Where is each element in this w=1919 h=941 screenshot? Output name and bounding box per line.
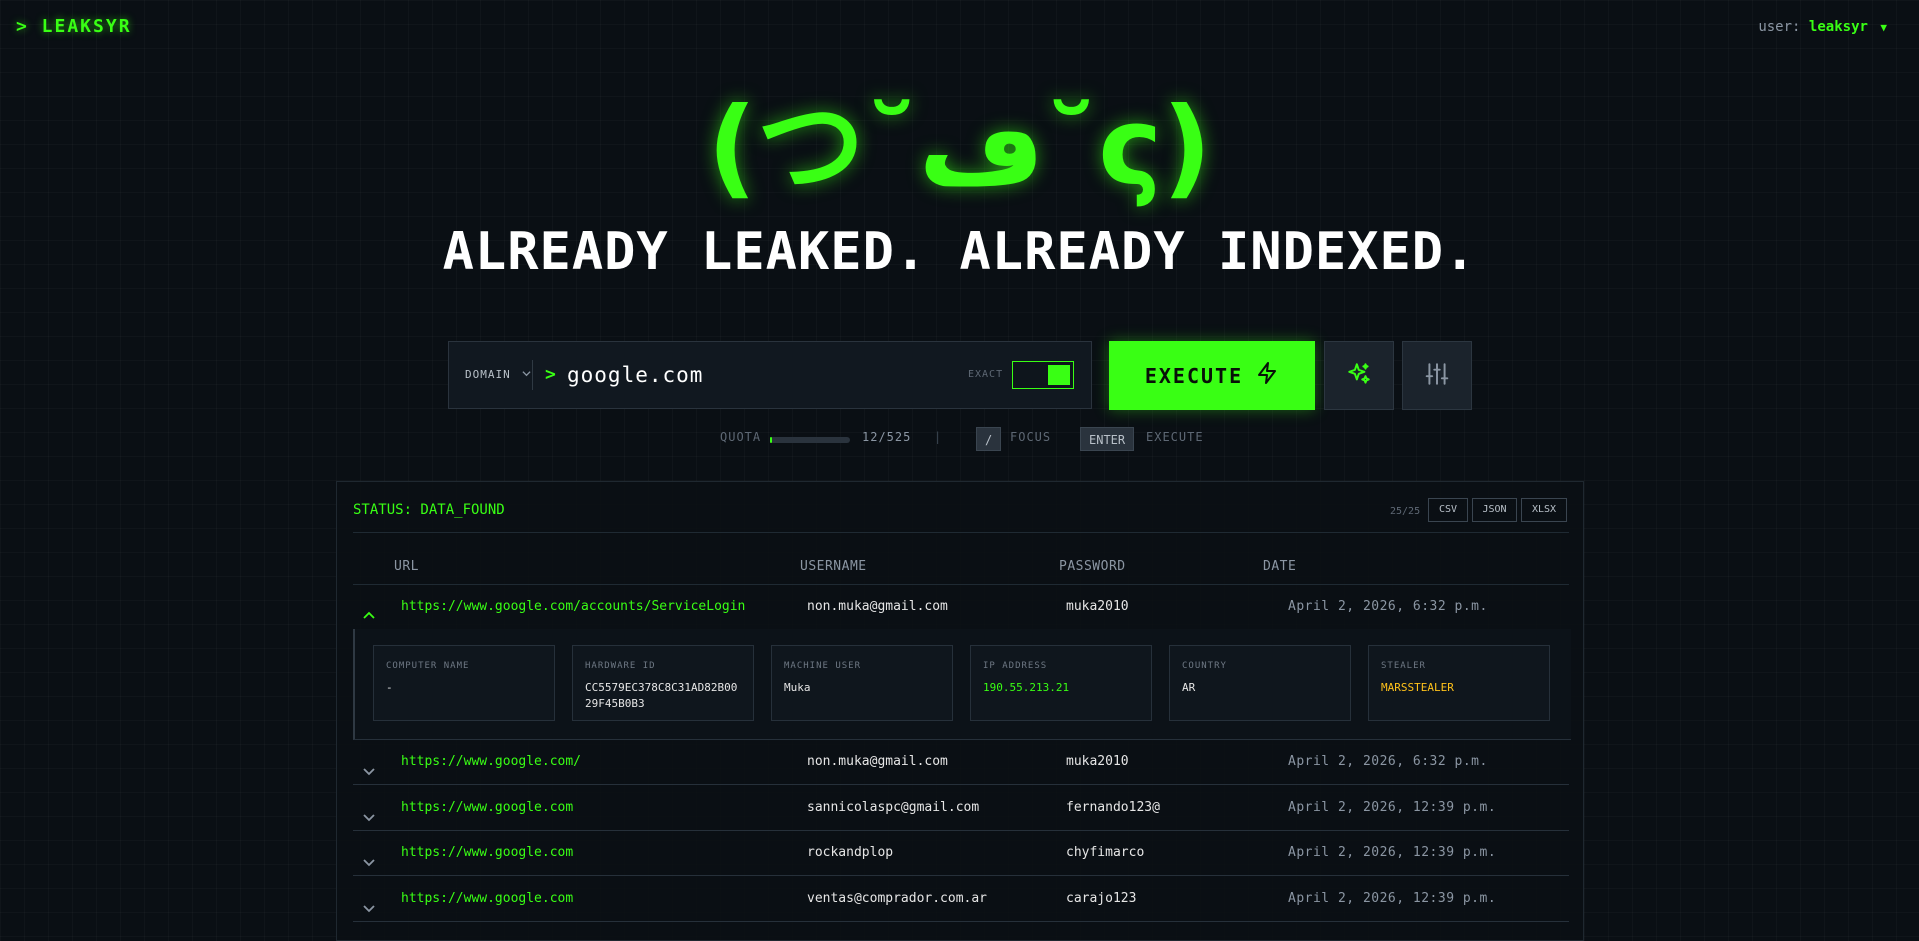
detail-computer-name: COMPUTER NAME - bbox=[373, 645, 555, 721]
detail-label: COMPUTER NAME bbox=[386, 661, 470, 671]
row-date: April 2, 2026, 12:39 p.m. bbox=[1288, 800, 1497, 815]
table-row[interactable]: https://www.google.com ventas@comprador.… bbox=[353, 877, 1569, 922]
row-date: April 2, 2026, 12:39 p.m. bbox=[1288, 845, 1497, 860]
table-row[interactable]: https://www.google.com/ non.muka@gmail.c… bbox=[353, 740, 1569, 785]
row-password: chyfimarco bbox=[1066, 845, 1145, 860]
detail-label: STEALER bbox=[1381, 661, 1426, 671]
meta-divider: | bbox=[934, 430, 943, 444]
detail-stealer: STEALER MARSSTEALER bbox=[1368, 645, 1550, 721]
caret-down-icon: ▼ bbox=[1880, 21, 1887, 34]
search-type-label: DOMAIN bbox=[465, 368, 511, 381]
column-header-date[interactable]: DATE bbox=[1263, 559, 1296, 574]
divider bbox=[353, 532, 1569, 533]
sliders-icon bbox=[1424, 361, 1450, 391]
row-url[interactable]: https://www.google.com/accounts/ServiceL… bbox=[401, 585, 745, 629]
hero-face: (つ˘ڡ˘ς) bbox=[707, 85, 1212, 210]
detail-label: COUNTRY bbox=[1182, 661, 1227, 671]
toggle-knob bbox=[1048, 365, 1070, 385]
row-username: sannicolaspc@gmail.com bbox=[807, 800, 980, 815]
chevron-down-icon[interactable] bbox=[361, 754, 377, 776]
search-input[interactable]: google.com bbox=[567, 342, 703, 408]
detail-country: COUNTRY AR bbox=[1169, 645, 1351, 721]
app-logo[interactable]: > LEAKSYR bbox=[16, 16, 132, 37]
table-row[interactable]: https://www.google.com/accounts/ServiceL… bbox=[353, 585, 1569, 630]
table-row[interactable]: https://www.google.com sannicolaspc@gmai… bbox=[353, 786, 1569, 831]
execute-button[interactable]: EXECUTE bbox=[1109, 341, 1315, 410]
row-password: muka2010 bbox=[1066, 599, 1129, 614]
column-header-password[interactable]: PASSWORD bbox=[1059, 559, 1126, 574]
results-panel: STATUS: DATA_FOUND 25/25 CSV JSON XLSX U… bbox=[336, 481, 1584, 941]
quota-label: QUOTA bbox=[720, 430, 762, 444]
row-url[interactable]: https://www.google.com bbox=[401, 831, 573, 875]
row-username: non.muka@gmail.com bbox=[807, 599, 948, 614]
column-header-username[interactable]: USERNAME bbox=[800, 559, 867, 574]
chevron-down-icon[interactable] bbox=[361, 845, 377, 867]
enter-key: ENTER bbox=[1080, 427, 1135, 451]
row-password: fernando123@ bbox=[1066, 800, 1160, 815]
quota-fill bbox=[770, 437, 772, 443]
username: leaksyr bbox=[1808, 19, 1868, 35]
chevron-down-icon[interactable] bbox=[361, 891, 377, 913]
table-row[interactable]: https://www.google.com rockandplop chyfi… bbox=[353, 831, 1569, 876]
detail-value: - bbox=[386, 681, 393, 694]
detail-hardware-id: HARDWARE ID CC5579EC378C8C31AD82B0029F45… bbox=[572, 645, 754, 721]
chevron-down-icon bbox=[522, 371, 531, 381]
quota-bar bbox=[770, 437, 850, 443]
detail-value: CC5579EC378C8C31AD82B0029F45B0B3 bbox=[585, 681, 738, 710]
detail-ip-address: IP ADDRESS 190.55.213.21 bbox=[970, 645, 1152, 721]
exact-label: EXACT bbox=[968, 369, 1004, 380]
row-username: rockandplop bbox=[807, 845, 894, 860]
detail-label: HARDWARE ID bbox=[585, 661, 656, 671]
lightning-icon bbox=[1255, 361, 1279, 390]
row-password: carajo123 bbox=[1066, 891, 1137, 906]
results-count: 25/25 bbox=[1390, 506, 1421, 517]
row-date: April 2, 2026, 12:39 p.m. bbox=[1288, 891, 1497, 906]
detail-label: IP ADDRESS bbox=[983, 661, 1048, 671]
detail-value: AR bbox=[1182, 681, 1196, 694]
row-detail: COMPUTER NAME - HARDWARE ID CC5579EC378C… bbox=[353, 629, 1571, 740]
hero-headline: ALREADY LEAKED. ALREADY INDEXED. bbox=[442, 222, 1477, 282]
row-url[interactable]: https://www.google.com/ bbox=[401, 740, 581, 784]
detail-label: MACHINE USER bbox=[784, 661, 862, 671]
row-password: muka2010 bbox=[1066, 754, 1129, 769]
sparkles-icon bbox=[1346, 361, 1372, 391]
chevron-down-icon[interactable] bbox=[361, 800, 377, 822]
enter-label: EXECUTE bbox=[1146, 430, 1204, 444]
row-date: April 2, 2026, 6:32 p.m. bbox=[1288, 754, 1488, 769]
export-xlsx-button[interactable]: XLSX bbox=[1521, 498, 1567, 522]
row-url[interactable]: https://www.google.com bbox=[401, 877, 573, 921]
row-username: non.muka@gmail.com bbox=[807, 754, 948, 769]
ai-assist-button[interactable] bbox=[1324, 341, 1394, 410]
divider bbox=[532, 360, 533, 390]
filters-button[interactable] bbox=[1402, 341, 1472, 410]
detail-value: MARSSTEALER bbox=[1381, 681, 1454, 694]
detail-value: Muka bbox=[784, 681, 811, 694]
column-header-url[interactable]: URL bbox=[394, 559, 419, 574]
row-date: April 2, 2026, 6:32 p.m. bbox=[1288, 599, 1488, 614]
status-text: STATUS: DATA_FOUND bbox=[353, 502, 505, 518]
focus-key: / bbox=[976, 427, 1002, 451]
export-json-button[interactable]: JSON bbox=[1472, 498, 1517, 522]
search-type-select[interactable]: DOMAIN bbox=[465, 342, 531, 408]
user-menu[interactable]: user: leaksyr ▼ bbox=[1758, 19, 1887, 35]
execute-label: EXECUTE bbox=[1144, 363, 1244, 388]
detail-value: 190.55.213.21 bbox=[983, 681, 1070, 694]
focus-label: FOCUS bbox=[1010, 430, 1052, 444]
prompt-icon: > bbox=[545, 364, 556, 385]
exact-toggle[interactable] bbox=[1012, 361, 1074, 389]
row-url[interactable]: https://www.google.com bbox=[401, 786, 573, 830]
row-username: ventas@comprador.com.ar bbox=[807, 891, 988, 906]
quota-count: 12/525 bbox=[862, 430, 912, 444]
detail-machine-user: MACHINE USER Muka bbox=[771, 645, 953, 721]
chevron-up-icon[interactable] bbox=[361, 599, 377, 619]
user-prefix: user: bbox=[1758, 19, 1801, 35]
export-csv-button[interactable]: CSV bbox=[1428, 498, 1468, 522]
search-bar: DOMAIN > google.com EXACT bbox=[448, 341, 1092, 409]
